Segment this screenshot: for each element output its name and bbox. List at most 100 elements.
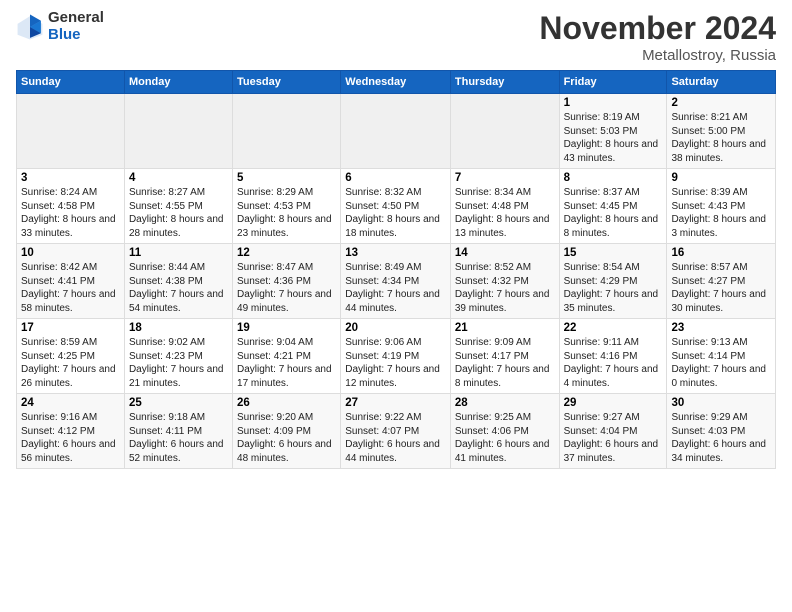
day-number: 24 [21, 397, 120, 409]
day-detail: Sunrise: 8:29 AM Sunset: 4:53 PM Dayligh… [237, 186, 336, 240]
day-number: 20 [345, 322, 446, 334]
page: General Blue November 2024 Metallostroy,… [0, 0, 792, 612]
calendar-cell: 1 Sunrise: 8:19 AM Sunset: 5:03 PM Daylig… [559, 94, 667, 169]
logo-text: General Blue [48, 10, 104, 43]
day-detail: Sunrise: 8:39 AM Sunset: 4:43 PM Dayligh… [671, 186, 771, 240]
day-detail: Sunrise: 8:24 AM Sunset: 4:58 PM Dayligh… [21, 186, 120, 240]
calendar-cell: 30Sunrise: 9:29 AM Sunset: 4:03 PM Dayli… [667, 394, 776, 469]
calendar-cell: 9 Sunrise: 8:39 AM Sunset: 4:43 PM Daylig… [667, 169, 776, 244]
week-row-3: 10 Sunrise: 8:42 AM Sunset: 4:41 PM Dayli… [17, 244, 776, 319]
col-header-sunday: Sunday [17, 71, 125, 94]
logo-general-text: General [48, 10, 104, 27]
day-detail: Sunrise: 8:44 AM Sunset: 4:38 PM Dayligh… [129, 261, 228, 315]
day-number: 19 [237, 322, 336, 334]
calendar-cell: 15 Sunrise: 8:54 AM Sunset: 4:29 PM Dayli… [559, 244, 667, 319]
day-detail: Sunrise: 8:52 AM Sunset: 4:32 PM Dayligh… [455, 261, 555, 315]
col-header-monday: Monday [124, 71, 232, 94]
calendar-table: SundayMondayTuesdayWednesdayThursdayFrid… [16, 70, 776, 469]
day-detail: Sunrise: 8:37 AM Sunset: 4:45 PM Dayligh… [564, 186, 663, 240]
day-number: 29 [564, 397, 663, 409]
day-number: 1 [564, 97, 663, 109]
calendar-cell: 23 Sunrise: 9:13 AM Sunset: 4:14 PM Dayli… [667, 319, 776, 394]
calendar-cell: 13Sunrise: 8:49 AM Sunset: 4:34 PM Dayli… [341, 244, 451, 319]
day-number: 9 [671, 172, 771, 184]
day-detail: Sunrise: 9:02 AM Sunset: 4:23 PM Dayligh… [129, 336, 228, 390]
day-detail: Sunrise: 8:34 AM Sunset: 4:48 PM Dayligh… [455, 186, 555, 240]
calendar-cell: 14Sunrise: 8:52 AM Sunset: 4:32 PM Dayli… [450, 244, 559, 319]
calendar-cell: 19 Sunrise: 9:04 AM Sunset: 4:21 PM Dayli… [233, 319, 341, 394]
calendar-cell: 10 Sunrise: 8:42 AM Sunset: 4:41 PM Dayli… [17, 244, 125, 319]
day-number: 12 [237, 247, 336, 259]
day-detail: Sunrise: 9:18 AM Sunset: 4:11 PM Dayligh… [129, 411, 228, 465]
calendar-cell: 26Sunrise: 9:20 AM Sunset: 4:09 PM Dayli… [233, 394, 341, 469]
day-number: 16 [671, 247, 771, 259]
day-detail: Sunrise: 9:22 AM Sunset: 4:07 PM Dayligh… [345, 411, 446, 465]
day-detail: Sunrise: 9:13 AM Sunset: 4:14 PM Dayligh… [671, 336, 771, 390]
day-number: 11 [129, 247, 228, 259]
day-number: 10 [21, 247, 120, 259]
calendar-cell: 5 Sunrise: 8:29 AM Sunset: 4:53 PM Daylig… [233, 169, 341, 244]
day-detail: Sunrise: 8:19 AM Sunset: 5:03 PM Dayligh… [564, 111, 663, 165]
day-detail: Sunrise: 9:20 AM Sunset: 4:09 PM Dayligh… [237, 411, 336, 465]
logo-icon [16, 13, 44, 41]
day-number: 15 [564, 247, 663, 259]
day-detail: Sunrise: 8:47 AM Sunset: 4:36 PM Dayligh… [237, 261, 336, 315]
col-header-wednesday: Wednesday [341, 71, 451, 94]
calendar-cell [17, 94, 125, 169]
calendar-cell: 16 Sunrise: 8:57 AM Sunset: 4:27 PM Dayli… [667, 244, 776, 319]
day-detail: Sunrise: 9:04 AM Sunset: 4:21 PM Dayligh… [237, 336, 336, 390]
day-number: 28 [455, 397, 555, 409]
calendar-cell [341, 94, 451, 169]
day-number: 18 [129, 322, 228, 334]
day-number: 25 [129, 397, 228, 409]
day-number: 6 [345, 172, 446, 184]
calendar-cell [450, 94, 559, 169]
col-header-thursday: Thursday [450, 71, 559, 94]
calendar-title: November 2024 [539, 10, 776, 47]
calendar-cell: 3 Sunrise: 8:24 AM Sunset: 4:58 PM Daylig… [17, 169, 125, 244]
day-number: 23 [671, 322, 771, 334]
week-row-5: 24 Sunrise: 9:16 AM Sunset: 4:12 PM Dayli… [17, 394, 776, 469]
day-detail: Sunrise: 8:57 AM Sunset: 4:27 PM Dayligh… [671, 261, 771, 315]
day-detail: Sunrise: 8:49 AM Sunset: 4:34 PM Dayligh… [345, 261, 446, 315]
title-block: November 2024 Metallostroy, Russia [539, 10, 776, 64]
calendar-cell: 7Sunrise: 8:34 AM Sunset: 4:48 PM Daylig… [450, 169, 559, 244]
calendar-cell: 8 Sunrise: 8:37 AM Sunset: 4:45 PM Daylig… [559, 169, 667, 244]
day-detail: Sunrise: 8:32 AM Sunset: 4:50 PM Dayligh… [345, 186, 446, 240]
col-header-friday: Friday [559, 71, 667, 94]
logo-blue-text: Blue [48, 27, 104, 44]
day-number: 22 [564, 322, 663, 334]
calendar-cell: 6 Sunrise: 8:32 AM Sunset: 4:50 PM Daylig… [341, 169, 451, 244]
calendar-cell: 28Sunrise: 9:25 AM Sunset: 4:06 PM Dayli… [450, 394, 559, 469]
header: General Blue November 2024 Metallostroy,… [16, 10, 776, 64]
day-number: 21 [455, 322, 555, 334]
calendar-cell: 11 Sunrise: 8:44 AM Sunset: 4:38 PM Dayli… [124, 244, 232, 319]
day-detail: Sunrise: 8:54 AM Sunset: 4:29 PM Dayligh… [564, 261, 663, 315]
col-header-saturday: Saturday [667, 71, 776, 94]
day-detail: Sunrise: 9:09 AM Sunset: 4:17 PM Dayligh… [455, 336, 555, 390]
calendar-cell: 22Sunrise: 9:11 AM Sunset: 4:16 PM Dayli… [559, 319, 667, 394]
calendar-cell [124, 94, 232, 169]
day-number: 2 [671, 97, 771, 109]
day-detail: Sunrise: 9:27 AM Sunset: 4:04 PM Dayligh… [564, 411, 663, 465]
day-number: 30 [671, 397, 771, 409]
calendar-cell: 18 Sunrise: 9:02 AM Sunset: 4:23 PM Dayli… [124, 319, 232, 394]
day-detail: Sunrise: 9:16 AM Sunset: 4:12 PM Dayligh… [21, 411, 120, 465]
day-detail: Sunrise: 8:21 AM Sunset: 5:00 PM Dayligh… [671, 111, 771, 165]
calendar-cell: 21 Sunrise: 9:09 AM Sunset: 4:17 PM Dayli… [450, 319, 559, 394]
day-number: 8 [564, 172, 663, 184]
calendar-cell: 29 Sunrise: 9:27 AM Sunset: 4:04 PM Dayli… [559, 394, 667, 469]
calendar-cell: 17Sunrise: 8:59 AM Sunset: 4:25 PM Dayli… [17, 319, 125, 394]
calendar-cell: 2 Sunrise: 8:21 AM Sunset: 5:00 PM Daylig… [667, 94, 776, 169]
day-number: 5 [237, 172, 336, 184]
logo: General Blue [16, 10, 104, 43]
day-detail: Sunrise: 8:42 AM Sunset: 4:41 PM Dayligh… [21, 261, 120, 315]
calendar-cell [233, 94, 341, 169]
day-number: 27 [345, 397, 446, 409]
week-row-2: 3 Sunrise: 8:24 AM Sunset: 4:58 PM Daylig… [17, 169, 776, 244]
calendar-cell: 25 Sunrise: 9:18 AM Sunset: 4:11 PM Dayli… [124, 394, 232, 469]
calendar-cell: 24 Sunrise: 9:16 AM Sunset: 4:12 PM Dayli… [17, 394, 125, 469]
day-number: 3 [21, 172, 120, 184]
calendar-cell: 12 Sunrise: 8:47 AM Sunset: 4:36 PM Dayli… [233, 244, 341, 319]
col-header-tuesday: Tuesday [233, 71, 341, 94]
